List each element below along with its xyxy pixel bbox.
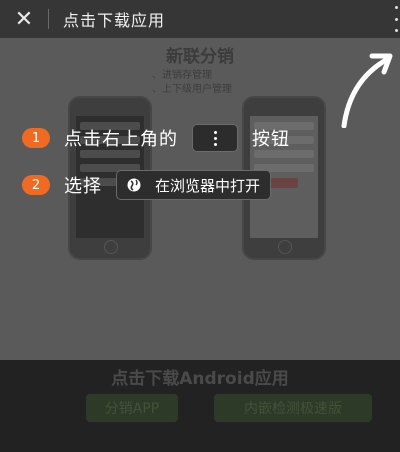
page-title: 点击下载应用: [63, 11, 166, 30]
download-app-button[interactable]: 分销APP: [86, 394, 178, 422]
more-vertical-icon: [213, 130, 217, 146]
arrow-icon: [341, 53, 393, 128]
globe-icon: [127, 178, 141, 192]
top-bar: ✕ 点击下载应用: [0, 0, 400, 38]
close-button[interactable]: ✕: [0, 0, 48, 38]
feature-item: 、进销存管理: [152, 70, 212, 81]
step-number-badge: 1: [22, 128, 50, 148]
download-title: 点击下载Android应用: [111, 369, 289, 389]
step-number-badge: 2: [22, 175, 50, 195]
dot-icon: [394, 6, 398, 9]
open-in-browser-label: 在浏览器中打开: [155, 176, 261, 195]
close-icon: ✕: [14, 6, 34, 32]
menu-button-illustration: [192, 124, 238, 152]
step-text: 按钮: [252, 129, 290, 150]
download-lite-button[interactable]: 内嵌检测极速版: [214, 394, 372, 422]
download-section: 点击下载Android应用 分销APP 内嵌检测极速版: [0, 360, 400, 452]
step-text: 选择: [64, 176, 102, 197]
feature-item: 、上下级用户管理: [152, 84, 232, 95]
dot-icon: [394, 17, 398, 21]
divider: [48, 9, 49, 29]
more-menu-button[interactable]: [392, 6, 400, 32]
step-text: 点击右上角的: [64, 129, 178, 150]
open-in-browser-illustration: 在浏览器中打开: [116, 170, 272, 200]
instruction-step-1: 1 点击右上角的 按钮: [22, 124, 290, 152]
instruction-step-2: 2 选择 在浏览器中打开: [22, 170, 272, 200]
dot-icon: [394, 29, 398, 32]
